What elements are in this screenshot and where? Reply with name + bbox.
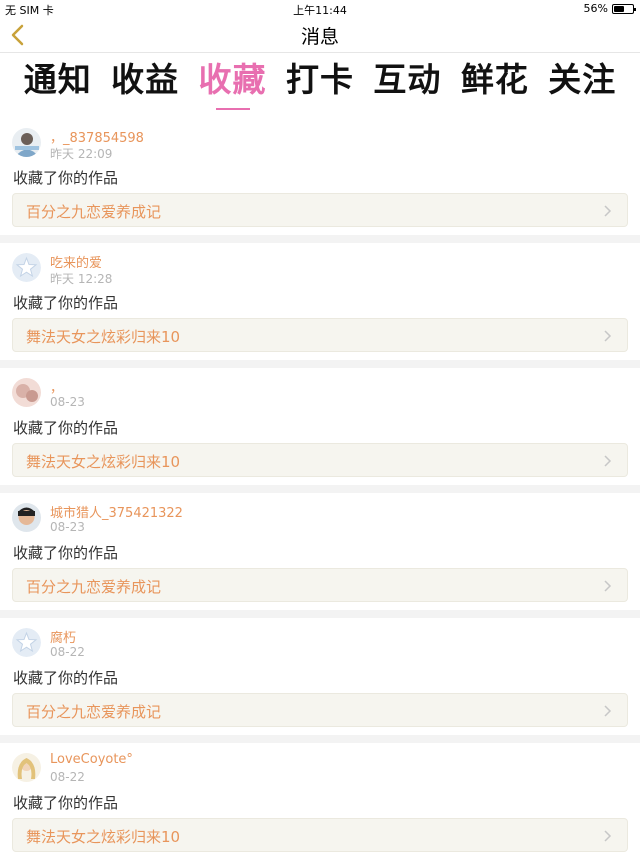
tab-interactions[interactable]: 互动 bbox=[373, 56, 441, 108]
work-link[interactable]: 舞法天女之炫彩归来10 bbox=[12, 818, 628, 852]
list-item: ，_837854598 昨天 22:09 收藏了你的作品 百分之九恋爱养成记 bbox=[0, 118, 640, 235]
work-title: 百分之九恋爱养成记 bbox=[26, 578, 162, 596]
divider bbox=[0, 485, 640, 493]
timestamp: 昨天 22:09 bbox=[50, 147, 113, 161]
default-star-icon bbox=[12, 253, 41, 282]
chevron-right-icon bbox=[604, 455, 612, 467]
list-item: LoveCoyote° 08-22 收藏了你的作品 舞法天女之炫彩归来10 bbox=[0, 743, 640, 860]
user-name[interactable]: 吃来的爱 bbox=[50, 252, 102, 271]
timestamp: 08-22 bbox=[50, 645, 85, 659]
work-title: 舞法天女之炫彩归来10 bbox=[26, 828, 181, 846]
action-text: 收藏了你的作品 bbox=[13, 544, 119, 562]
avatar[interactable] bbox=[12, 378, 41, 407]
timestamp: 昨天 12:28 bbox=[50, 272, 113, 286]
list-item: 吃来的爱 昨天 12:28 收藏了你的作品 舞法天女之炫彩归来10 bbox=[0, 243, 640, 360]
chevron-right-icon bbox=[604, 580, 612, 592]
user-name[interactable]: LoveCoyote° bbox=[50, 752, 133, 767]
work-link[interactable]: 舞法天女之炫彩归来10 bbox=[12, 443, 628, 477]
avatar[interactable] bbox=[12, 503, 41, 532]
user-photo-icon bbox=[12, 378, 41, 407]
chevron-right-icon bbox=[604, 330, 612, 342]
tab-checkin[interactable]: 打卡 bbox=[286, 56, 354, 108]
list-item: 腐朽 08-22 收藏了你的作品 百分之九恋爱养成记 bbox=[0, 618, 640, 735]
tab-notifications[interactable]: 通知 bbox=[24, 56, 92, 108]
work-link[interactable]: 百分之九恋爱养成记 bbox=[12, 193, 628, 227]
category-tabs: 通知 收益 收藏 打卡 互动 鲜花 关注 bbox=[0, 56, 640, 110]
divider bbox=[0, 235, 640, 243]
user-photo-icon bbox=[12, 503, 41, 532]
work-link[interactable]: 舞法天女之炫彩归来10 bbox=[12, 318, 628, 352]
user-name[interactable]: ， bbox=[50, 377, 63, 396]
navigation-bar: 消息 bbox=[0, 18, 640, 53]
status-bar: 无 SIM 卡 上午11:44 56% bbox=[0, 0, 640, 18]
timestamp: 08-23 bbox=[50, 395, 85, 409]
work-link[interactable]: 百分之九恋爱养成记 bbox=[12, 568, 628, 602]
divider bbox=[0, 735, 640, 743]
action-text: 收藏了你的作品 bbox=[13, 419, 119, 437]
avatar[interactable] bbox=[12, 128, 41, 157]
divider bbox=[0, 360, 640, 368]
active-tab-indicator bbox=[215, 108, 250, 110]
divider bbox=[0, 610, 640, 618]
user-photo-icon bbox=[12, 128, 41, 157]
work-title: 舞法天女之炫彩归来10 bbox=[26, 328, 181, 346]
action-text: 收藏了你的作品 bbox=[13, 794, 119, 812]
work-title: 舞法天女之炫彩归来10 bbox=[26, 453, 181, 471]
work-title: 百分之九恋爱养成记 bbox=[26, 203, 162, 221]
tab-favorites[interactable]: 收藏 bbox=[199, 56, 267, 110]
timestamp: 08-23 bbox=[50, 520, 85, 534]
default-star-icon bbox=[12, 628, 41, 657]
action-text: 收藏了你的作品 bbox=[13, 294, 119, 312]
chevron-right-icon bbox=[604, 705, 612, 717]
user-name[interactable]: 腐朽 bbox=[50, 627, 76, 646]
user-name[interactable]: 城市猎人_375421322 bbox=[50, 502, 183, 521]
tab-follows[interactable]: 关注 bbox=[548, 56, 616, 108]
chevron-right-icon bbox=[604, 205, 612, 217]
user-name[interactable]: ，_837854598 bbox=[50, 127, 144, 146]
avatar[interactable] bbox=[12, 753, 41, 782]
tab-earnings[interactable]: 收益 bbox=[111, 56, 179, 108]
list-item: ， 08-23 收藏了你的作品 舞法天女之炫彩归来10 bbox=[0, 368, 640, 485]
tab-flowers[interactable]: 鲜花 bbox=[461, 56, 529, 108]
battery-percent: 56% bbox=[583, 2, 608, 15]
list-item: 城市猎人_375421322 08-23 收藏了你的作品 百分之九恋爱养成记 bbox=[0, 493, 640, 610]
favorites-feed: ，_837854598 昨天 22:09 收藏了你的作品 百分之九恋爱养成记 吃… bbox=[0, 118, 640, 860]
action-text: 收藏了你的作品 bbox=[13, 669, 119, 687]
timestamp: 08-22 bbox=[50, 770, 85, 784]
chevron-right-icon bbox=[604, 830, 612, 842]
work-link[interactable]: 百分之九恋爱养成记 bbox=[12, 693, 628, 727]
action-text: 收藏了你的作品 bbox=[13, 169, 119, 187]
clock-text: 上午11:44 bbox=[293, 4, 347, 17]
user-photo-icon bbox=[12, 753, 41, 782]
avatar[interactable] bbox=[12, 628, 41, 657]
battery-icon bbox=[612, 3, 636, 14]
work-title: 百分之九恋爱养成记 bbox=[26, 703, 162, 721]
avatar[interactable] bbox=[12, 253, 41, 282]
page-title: 消息 bbox=[300, 26, 339, 48]
battery-status: 56% bbox=[583, 2, 636, 15]
